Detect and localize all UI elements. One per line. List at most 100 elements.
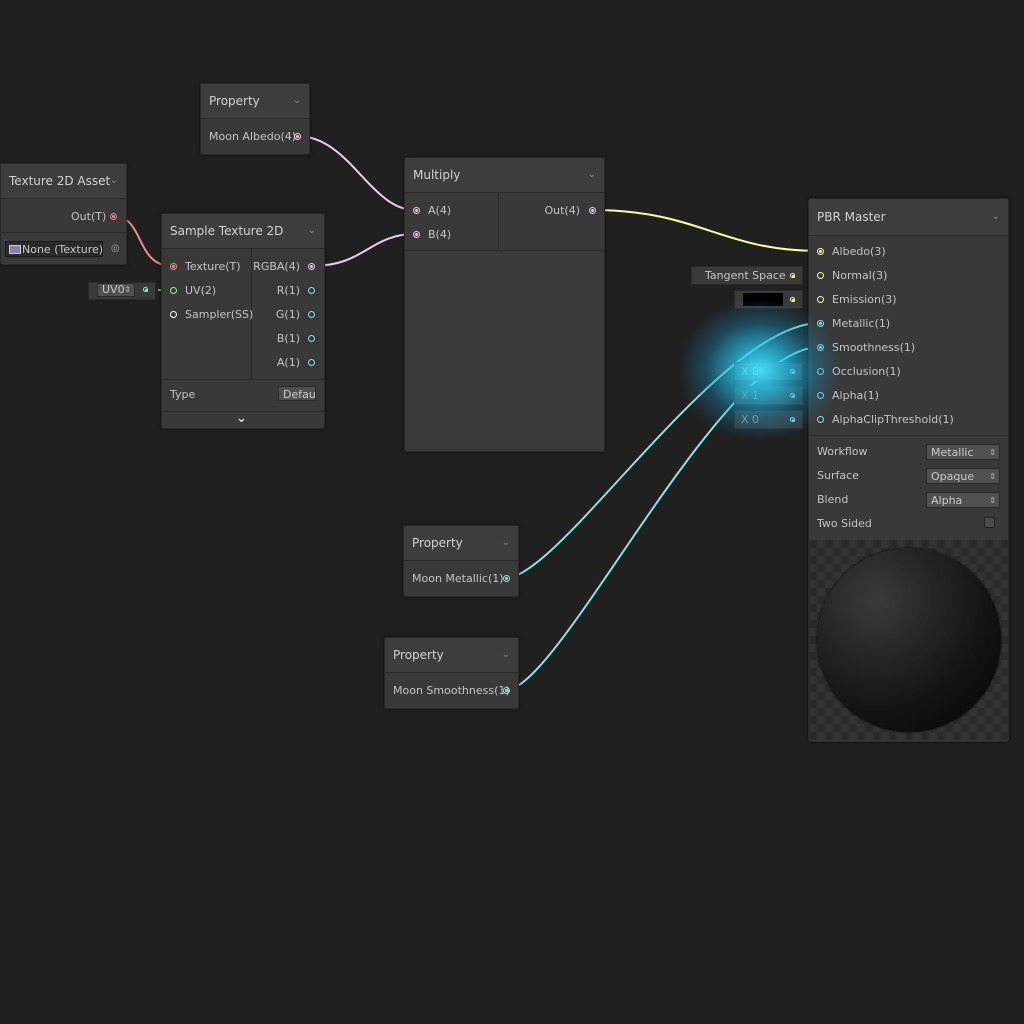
input-port-uv[interactable] [170,287,177,294]
node-title: PBR Master [817,210,886,224]
dropdown-arrows-icon: ⇕ [989,448,996,457]
wire-multiply-to-albedo [591,209,821,252]
node-title: Property [209,94,260,108]
normal-field-port[interactable] [790,273,795,278]
input-label: Metallic(1) [832,317,891,330]
output-label: Out(T) [71,210,107,223]
sample-texture-2d-node[interactable]: Sample Texture 2D ⌄ Texture(T) UV(2) Samp… [161,213,325,429]
multiply-node[interactable]: Multiply ⌄ A(4) B(4) Out(4) [404,157,605,452]
output-label: Moon Smoothness(1) [393,684,510,697]
preview-sphere [817,548,1001,732]
surface-dropdown[interactable]: Opaque ⇕ [926,468,1000,484]
texture-2d-asset-node[interactable]: Texture 2D Asset ⌄ Out(T) None (Texture) … [0,163,127,265]
input-port-smoothness[interactable] [817,344,824,351]
node-title: Texture 2D Asset [9,174,111,188]
alpha-field-port[interactable] [790,393,795,398]
two-sided-checkbox[interactable] [984,517,995,528]
occlusion-field-port[interactable] [790,369,795,374]
input-label: Smoothness(1) [832,341,916,354]
property-node-albedo[interactable]: Property ⌄ Moon Albedo(4) [200,83,310,155]
uv-field-port[interactable] [143,287,148,292]
input-label: Occlusion(1) [832,365,901,378]
chevron-down-icon[interactable]: ⌄ [502,638,510,672]
output-port[interactable] [110,213,117,220]
node-title: Property [393,648,444,662]
input-port-alpha[interactable] [817,392,824,399]
input-port-b[interactable] [413,231,420,238]
type-dropdown[interactable]: Default [278,386,316,401]
output-label: Out(4) [544,204,580,217]
object-picker-icon[interactable]: ◎ [111,243,120,254]
input-port-normal[interactable] [817,272,824,279]
node-title: Sample Texture 2D [170,224,284,238]
color-swatch[interactable] [743,293,783,306]
output-label: A(1) [276,356,300,369]
dropdown-arrows-icon: ⇕ [989,496,996,505]
output-label: RGBA(4) [253,260,300,273]
input-port-alpha-clip[interactable] [817,416,824,423]
dropdown-arrows-icon: ⇕ [989,472,996,481]
output-label: B(1) [276,332,300,345]
node-title: Multiply [413,168,461,182]
chevron-down-icon[interactable]: ⌄ [293,84,301,118]
output-port[interactable] [503,575,510,582]
chevron-down-icon[interactable]: ⌄ [502,526,510,560]
input-port-occlusion[interactable] [817,368,824,375]
texture-field-value: None (Texture) [22,243,104,256]
setting-label-blend: Blend [817,493,849,506]
input-label: Albedo(3) [832,245,886,258]
type-label: Type [170,388,196,401]
chevron-down-icon[interactable]: ⌄ [308,214,316,248]
node-title: Property [412,536,463,550]
output-port[interactable] [503,687,510,694]
output-label: G(1) [275,308,300,321]
input-label: Texture(T) [185,260,241,273]
wire-rgba-to-multiply-b [311,233,416,267]
normal-space-field[interactable]: Tangent Space [691,266,803,285]
input-port-metallic[interactable] [817,320,824,327]
output-port-b[interactable] [308,335,315,342]
chevron-down-icon[interactable]: ⌄ [110,164,118,198]
input-port-texture[interactable] [170,263,177,270]
emission-field-port[interactable] [790,297,795,302]
preview-area[interactable] [809,540,1008,740]
output-label: Moon Metallic(1) [412,572,504,585]
input-label: UV(2) [185,284,217,297]
input-label: Alpha(1) [832,389,879,402]
chevron-down-icon[interactable]: ⌄ [588,158,596,192]
output-port-a[interactable] [308,359,315,366]
input-label: B(4) [428,228,452,241]
input-label: Normal(3) [832,269,888,282]
output-label: R(1) [276,284,300,297]
input-label: Emission(3) [832,293,897,306]
output-port[interactable] [294,133,301,140]
setting-label-surface: Surface [817,469,859,482]
pbr-master-node[interactable]: PBR Master ⌄ Albedo(3) Normal(3) Emission… [808,198,1009,742]
uv-dropdown[interactable]: UV0 ⇕ [97,283,135,297]
input-port-a[interactable] [413,207,420,214]
blend-dropdown[interactable]: Alpha ⇕ [926,492,1000,508]
input-port-sampler[interactable] [170,311,177,318]
texture-icon [9,245,21,254]
chevron-down-icon[interactable]: ⌄ [992,199,1000,235]
expand-chevron-icon[interactable]: ⌄ [236,411,247,426]
input-port-albedo[interactable] [817,248,824,255]
property-node-metallic[interactable]: Property ⌄ Moon Metallic(1) [403,525,519,597]
setting-label-two-sided: Two Sided [817,517,872,530]
input-label: AlphaClipThreshold(1) [832,413,954,426]
input-port-emission[interactable] [817,296,824,303]
output-port-g[interactable] [308,311,315,318]
wire-albedo-to-multiply-a [296,135,416,211]
setting-label-workflow: Workflow [817,445,868,458]
output-port-rgba[interactable] [308,263,315,270]
clip-field-port[interactable] [790,417,795,422]
dropdown-arrows-icon: ⇕ [124,285,131,294]
output-port-r[interactable] [308,287,315,294]
input-label: A(4) [428,204,452,217]
output-label: Moon Albedo(4) [209,130,297,143]
workflow-dropdown[interactable]: Metallic ⇕ [926,444,1000,460]
output-port[interactable] [589,207,596,214]
input-label: Sampler(SS) [185,308,254,321]
property-node-smoothness[interactable]: Property ⌄ Moon Smoothness(1) [384,637,519,709]
texture-object-field[interactable]: None (Texture) [5,241,103,257]
